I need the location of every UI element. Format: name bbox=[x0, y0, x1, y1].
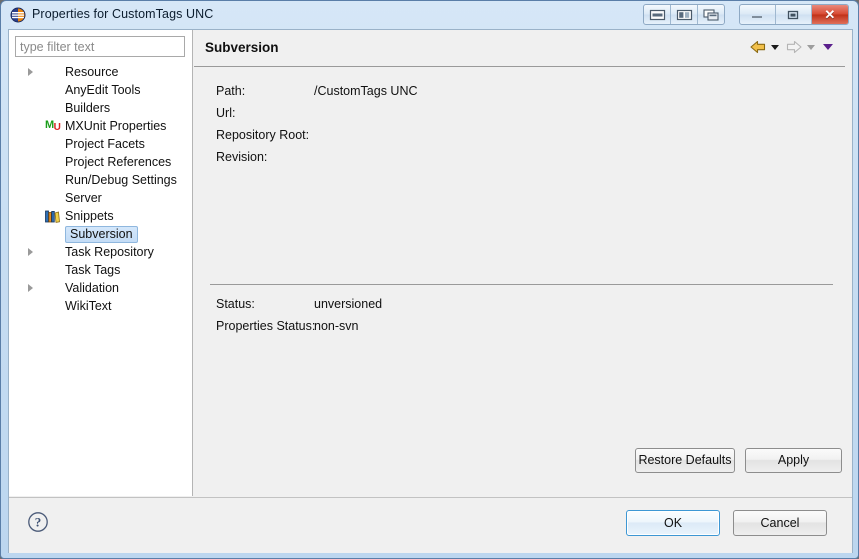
expand-triangle-icon[interactable] bbox=[28, 248, 33, 256]
window-system-button-group: ✕ bbox=[739, 4, 849, 25]
properties-dialog-window: Properties for CustomTags UNC ✕ type fil… bbox=[0, 0, 859, 559]
forward-history-chevron-down-icon bbox=[807, 44, 815, 50]
sidebar-item-label: Task Tags bbox=[65, 263, 121, 277]
maximize-button[interactable] bbox=[776, 5, 812, 24]
field-status-label: Status: bbox=[216, 297, 255, 311]
sidebar-item-validation[interactable]: Validation bbox=[9, 279, 193, 297]
sidebar-item-label: Subversion bbox=[65, 225, 138, 243]
sidebar-item-label: WikiText bbox=[65, 299, 112, 313]
cascade-layout-button[interactable] bbox=[698, 5, 724, 24]
sidebar-item-project-references[interactable]: Project References bbox=[9, 153, 193, 171]
sidebar-item-wikitext[interactable]: WikiText bbox=[9, 297, 193, 315]
sidebar-item-builders[interactable]: Builders bbox=[9, 99, 193, 117]
sidebar-item-label: MXUnit Properties bbox=[65, 119, 167, 133]
page-navigation-controls bbox=[749, 39, 837, 55]
sidebar-item-label: Server bbox=[65, 191, 102, 205]
snippets-books-icon bbox=[45, 209, 60, 223]
sidebar-item-project-facets[interactable]: Project Facets bbox=[9, 135, 193, 153]
filter-input[interactable] bbox=[15, 36, 185, 57]
window-layout-icon bbox=[649, 9, 665, 20]
page-menu-chevron-down-icon[interactable] bbox=[823, 44, 833, 50]
sidebar-item-label: Builders bbox=[65, 101, 111, 115]
expand-triangle-icon[interactable] bbox=[28, 68, 33, 76]
sidebar-item-resource[interactable]: Resource bbox=[9, 63, 193, 81]
sidebar-item-label: Resource bbox=[65, 65, 119, 79]
settings-tree: Resource AnyEdit Tools Builders MU MXUnit Pr… bbox=[9, 63, 193, 315]
sidebar-item-snippets[interactable]: Snippets bbox=[9, 207, 193, 225]
sidebar-item-label: Task Repository bbox=[65, 245, 154, 259]
maximize-icon bbox=[788, 10, 799, 19]
sidebar-item-label: Project Facets bbox=[65, 137, 145, 151]
status-separator bbox=[210, 284, 833, 285]
help-question-icon[interactable]: ? bbox=[27, 511, 49, 533]
restore-layout-button[interactable] bbox=[644, 5, 671, 24]
sidebar-item-label: Validation bbox=[65, 281, 119, 295]
sidebar-item-label: Project References bbox=[65, 155, 172, 169]
sidebar-item-server[interactable]: Server bbox=[9, 189, 193, 207]
field-revision-label: Revision: bbox=[216, 150, 268, 164]
field-path-label: Path: bbox=[216, 84, 246, 98]
sidebar-item-task-repository[interactable]: Task Repository bbox=[9, 243, 193, 261]
window-cascade-icon bbox=[702, 8, 719, 21]
apply-button[interactable]: Apply bbox=[745, 448, 842, 473]
settings-tree-panel: Resource AnyEdit Tools Builders MU MXUnit Pr… bbox=[9, 30, 193, 496]
field-status-value: unversioned bbox=[314, 297, 383, 311]
cancel-button[interactable]: Cancel bbox=[733, 510, 827, 536]
sidebar-item-label: Snippets bbox=[65, 209, 114, 223]
title-separator bbox=[194, 66, 845, 67]
sidebar-item-mxunit-properties[interactable]: MU MXUnit Properties bbox=[9, 117, 193, 135]
forward-arrow-icon bbox=[785, 39, 803, 55]
restore-defaults-button[interactable]: Restore Defaults bbox=[635, 448, 735, 473]
field-url-label: Url: bbox=[216, 106, 236, 120]
sidebar-item-label: Run/Debug Settings bbox=[65, 173, 177, 187]
window-arrangement-button-group bbox=[643, 4, 725, 25]
title-bar: Properties for CustomTags UNC ✕ bbox=[2, 2, 858, 29]
sidebar-item-task-tags[interactable]: Task Tags bbox=[9, 261, 193, 279]
close-button[interactable]: ✕ bbox=[811, 5, 848, 24]
field-properties-status-label: Properties Status: bbox=[216, 319, 316, 333]
ok-button[interactable]: OK bbox=[626, 510, 720, 536]
minimize-icon bbox=[752, 15, 763, 18]
svg-text:?: ? bbox=[35, 515, 42, 530]
back-arrow-icon[interactable] bbox=[749, 39, 767, 55]
minimize-button[interactable] bbox=[740, 5, 776, 24]
page-title: Subversion bbox=[205, 40, 279, 55]
eclipse-icon bbox=[10, 7, 26, 23]
preference-page-subversion: Subversion Path: /CustomTags UNC Url: Re… bbox=[194, 30, 845, 496]
sidebar-item-anyedit-tools[interactable]: AnyEdit Tools bbox=[9, 81, 193, 99]
back-history-chevron-down-icon[interactable] bbox=[771, 44, 779, 50]
expand-triangle-icon[interactable] bbox=[28, 284, 33, 292]
field-path-value: /CustomTags UNC bbox=[314, 84, 418, 98]
close-icon: ✕ bbox=[824, 7, 836, 22]
split-layout-button[interactable] bbox=[671, 5, 698, 24]
field-repository-root-label: Repository Root: bbox=[216, 128, 310, 142]
window-split-icon bbox=[676, 9, 692, 20]
dialog-footer: ? OK Cancel bbox=[9, 497, 852, 553]
field-properties-status-value: non-svn bbox=[314, 319, 359, 333]
mxunit-icon: MU bbox=[45, 119, 61, 133]
sidebar-item-label: AnyEdit Tools bbox=[65, 83, 141, 97]
window-title: Properties for CustomTags UNC bbox=[32, 7, 214, 21]
sidebar-item-run-debug-settings[interactable]: Run/Debug Settings bbox=[9, 171, 193, 189]
sidebar-item-subversion[interactable]: Subversion bbox=[9, 225, 193, 243]
